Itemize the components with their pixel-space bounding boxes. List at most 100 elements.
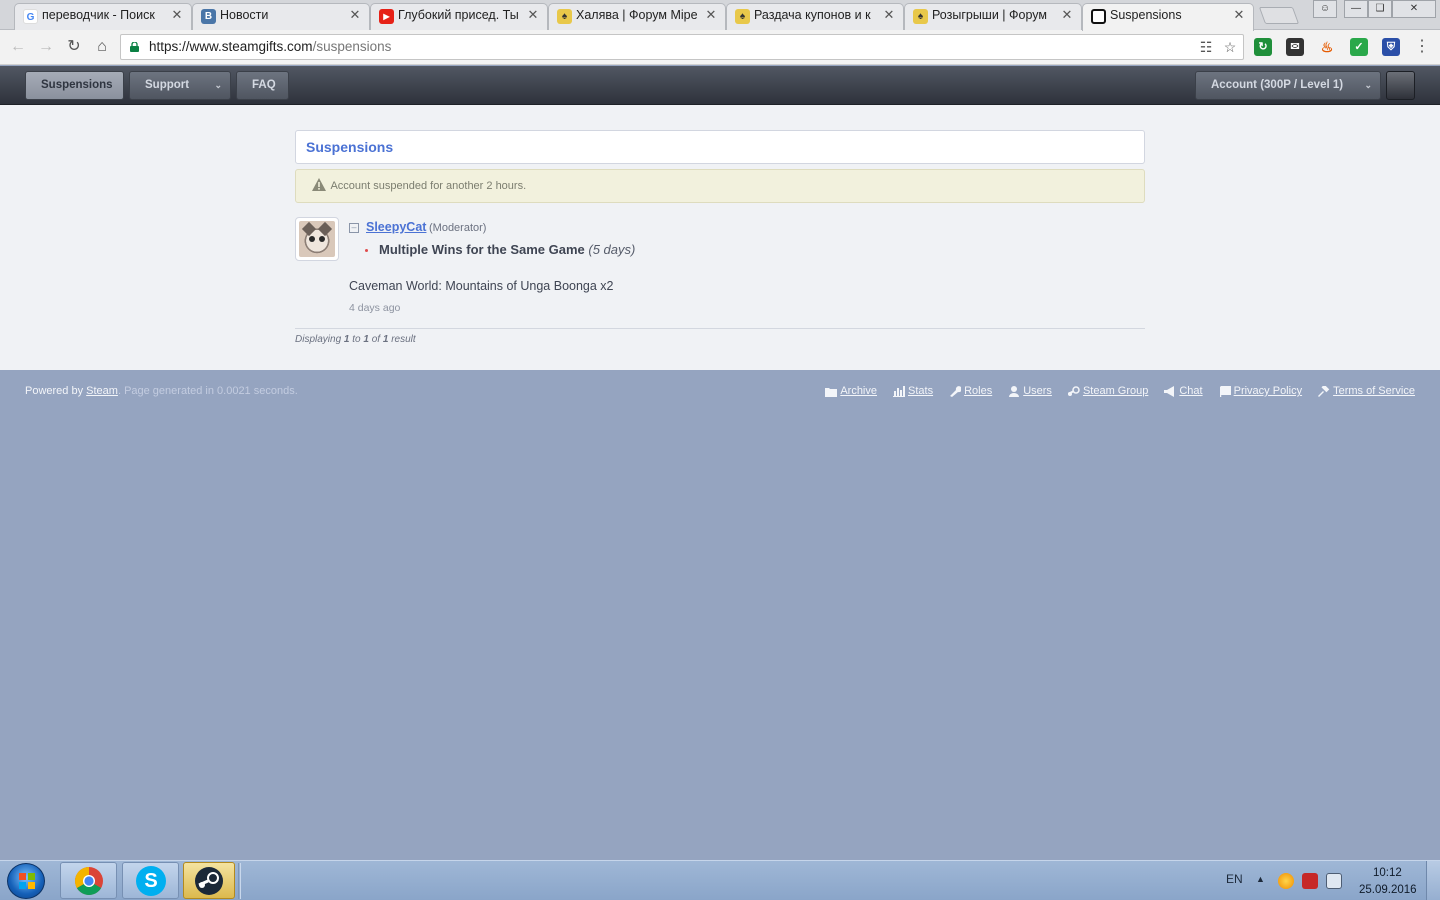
skype-icon: S <box>136 866 166 896</box>
page-generated-text: . Page generated in 0.0021 seconds. <box>117 385 298 397</box>
forum-icon: ♠ <box>557 9 572 24</box>
close-icon[interactable]: ✕ <box>525 7 541 23</box>
forward-button[interactable]: → <box>35 36 57 58</box>
tab-title: Новости <box>220 8 269 22</box>
clock-date[interactable]: 25.09.2016 <box>1359 884 1417 896</box>
translate-icon[interactable]: ☷ <box>1197 38 1215 56</box>
user-icon <box>1009 385 1020 397</box>
powered-prefix: Powered by <box>25 385 84 397</box>
account-dropdown[interactable]: Account (300P / Level 1) ⌄ <box>1195 71 1381 100</box>
browser-tab[interactable]: ♠ Розыгрыши | Форум ✕ <box>904 3 1082 30</box>
browser-tab[interactable]: ▶ Глубокий присед. Ты ✕ <box>370 3 548 30</box>
close-icon[interactable]: ✕ <box>881 7 897 23</box>
profile-icon[interactable]: ☺ <box>1313 0 1337 18</box>
footer-link-steam-group[interactable]: Steam Group <box>1067 385 1149 397</box>
moderator-role: (Moderator) <box>429 222 487 234</box>
browser-tab[interactable]: G переводчик - Поиск ✕ <box>14 3 192 30</box>
close-icon[interactable]: ✕ <box>169 7 185 23</box>
tray-network-icon[interactable] <box>1326 873 1342 889</box>
browser-tab[interactable]: В Новости ✕ <box>192 3 370 30</box>
browser-tab[interactable]: ♠ Халява | Форум Mipe ✕ <box>548 3 726 30</box>
taskbar-skype-button[interactable]: S <box>122 862 179 899</box>
page-title: Suspensions <box>295 130 1145 164</box>
tray-antivirus-icon[interactable] <box>1302 873 1318 889</box>
extension-refresh-icon[interactable]: ↻ <box>1254 38 1272 56</box>
footer-link-privacy-policy[interactable]: Privacy Policy <box>1219 385 1302 397</box>
close-icon[interactable]: ✕ <box>1231 7 1247 23</box>
footer-link-label: Roles <box>964 385 993 397</box>
back-button[interactable]: ← <box>7 36 29 58</box>
footer-link-label: Steam Group <box>1082 385 1149 397</box>
chrome-icon <box>75 867 103 895</box>
menu-icon[interactable]: ⋮ <box>1411 36 1433 58</box>
extension-shield-icon[interactable]: ✓ <box>1350 38 1368 56</box>
show-desktop-button[interactable] <box>1426 861 1440 900</box>
footer-link-users[interactable]: Users <box>1008 385 1052 397</box>
moderator-name-link[interactable]: SleepyCat <box>366 220 426 234</box>
suspension-duration: (5 days) <box>588 242 636 257</box>
footer-link-archive[interactable]: Archive <box>825 385 877 397</box>
browser-tab-active[interactable]: Suspensions ✕ <box>1082 3 1254 31</box>
reload-button[interactable]: ↻ <box>63 36 85 58</box>
avatar-eye <box>309 236 315 242</box>
close-window-button[interactable]: ✕ <box>1392 0 1436 18</box>
close-icon[interactable]: ✕ <box>1059 7 1075 23</box>
powered-by: Powered by Steam. Page generated in 0.00… <box>25 385 298 397</box>
pagination-summary: Displaying 1 to 1 of 1 result <box>295 334 416 345</box>
tab-title: Раздача купонов и к <box>754 8 871 22</box>
steam-link[interactable]: Steam <box>86 385 118 397</box>
nav-support-dropdown[interactable]: Support ⌄ <box>129 71 231 100</box>
address-bar[interactable]: https://www.steamgifts.com/suspensions ☷… <box>120 34 1244 60</box>
extension-mail-icon[interactable]: ✉ <box>1286 38 1304 56</box>
taskbar-chrome-button[interactable] <box>60 862 117 899</box>
footer-link-roles[interactable]: Roles <box>949 385 992 397</box>
pagination-to-word: to <box>352 334 361 345</box>
collapse-toggle-icon[interactable]: – <box>349 223 359 233</box>
footer-link-label: Archive <box>840 385 877 397</box>
footer-link-label: Terms of Service <box>1333 385 1415 397</box>
clock-time[interactable]: 10:12 <box>1373 867 1402 879</box>
minimize-button[interactable]: — <box>1344 0 1368 18</box>
lock-icon <box>130 42 139 52</box>
pagination-of-word: of <box>371 334 381 345</box>
language-indicator[interactable]: EN <box>1226 872 1243 886</box>
account-label: Account (300P / Level 1) <box>1211 79 1344 91</box>
user-avatar[interactable] <box>1386 71 1415 100</box>
footer-link-terms-of-service[interactable]: Terms of Service <box>1318 385 1415 397</box>
footer-link-label: Users <box>1023 385 1052 397</box>
book-icon <box>1219 385 1231 397</box>
extension-fire-icon[interactable]: ♨ <box>1318 38 1336 56</box>
start-button[interactable] <box>7 863 45 899</box>
pagination-to: 1 <box>363 334 369 345</box>
folder-icon <box>825 387 838 397</box>
show-hidden-icons-icon[interactable]: ▲ <box>1256 874 1265 884</box>
bar-chart-icon <box>893 385 905 397</box>
suspension-notice: Account suspended for another 2 hours. <box>295 169 1145 203</box>
pagination-suffix: result <box>391 334 416 345</box>
google-icon: G <box>23 9 38 24</box>
footer-link-stats[interactable]: Stats <box>893 385 933 397</box>
extension-guard-icon[interactable]: ⛨ <box>1382 38 1400 56</box>
footer-link-label: Stats <box>908 385 934 397</box>
pagination-total: 1 <box>382 334 389 345</box>
url-host: https://www.steamgifts.com <box>149 39 313 54</box>
restore-button[interactable]: ❑ <box>1368 0 1392 18</box>
bookmark-star-icon[interactable]: ☆ <box>1221 38 1239 56</box>
close-icon[interactable]: ✕ <box>347 7 363 23</box>
timestamp: 4 days ago <box>349 302 401 314</box>
browser-tab[interactable]: ♠ Раздача купонов и к ✕ <box>726 3 904 30</box>
new-tab-button[interactable] <box>1258 7 1300 24</box>
moderator-avatar[interactable] <box>295 217 339 261</box>
nav-faq-button[interactable]: FAQ <box>236 71 289 100</box>
avatar-eye <box>319 236 325 242</box>
tab-title: Розыгрыши | Форум <box>932 8 1047 22</box>
nav-suspensions-button[interactable]: Suspensions <box>25 71 124 100</box>
tray-app-icon[interactable] <box>1278 873 1294 889</box>
tab-title: Халява | Форум Mipe <box>576 8 698 22</box>
footer-link-chat[interactable]: Chat <box>1164 385 1203 397</box>
nav-support-label: Support <box>145 79 190 91</box>
close-icon[interactable]: ✕ <box>703 7 719 23</box>
home-button[interactable]: ⌂ <box>91 36 113 58</box>
steam-icon <box>195 867 223 895</box>
taskbar-steam-button[interactable] <box>183 862 235 899</box>
